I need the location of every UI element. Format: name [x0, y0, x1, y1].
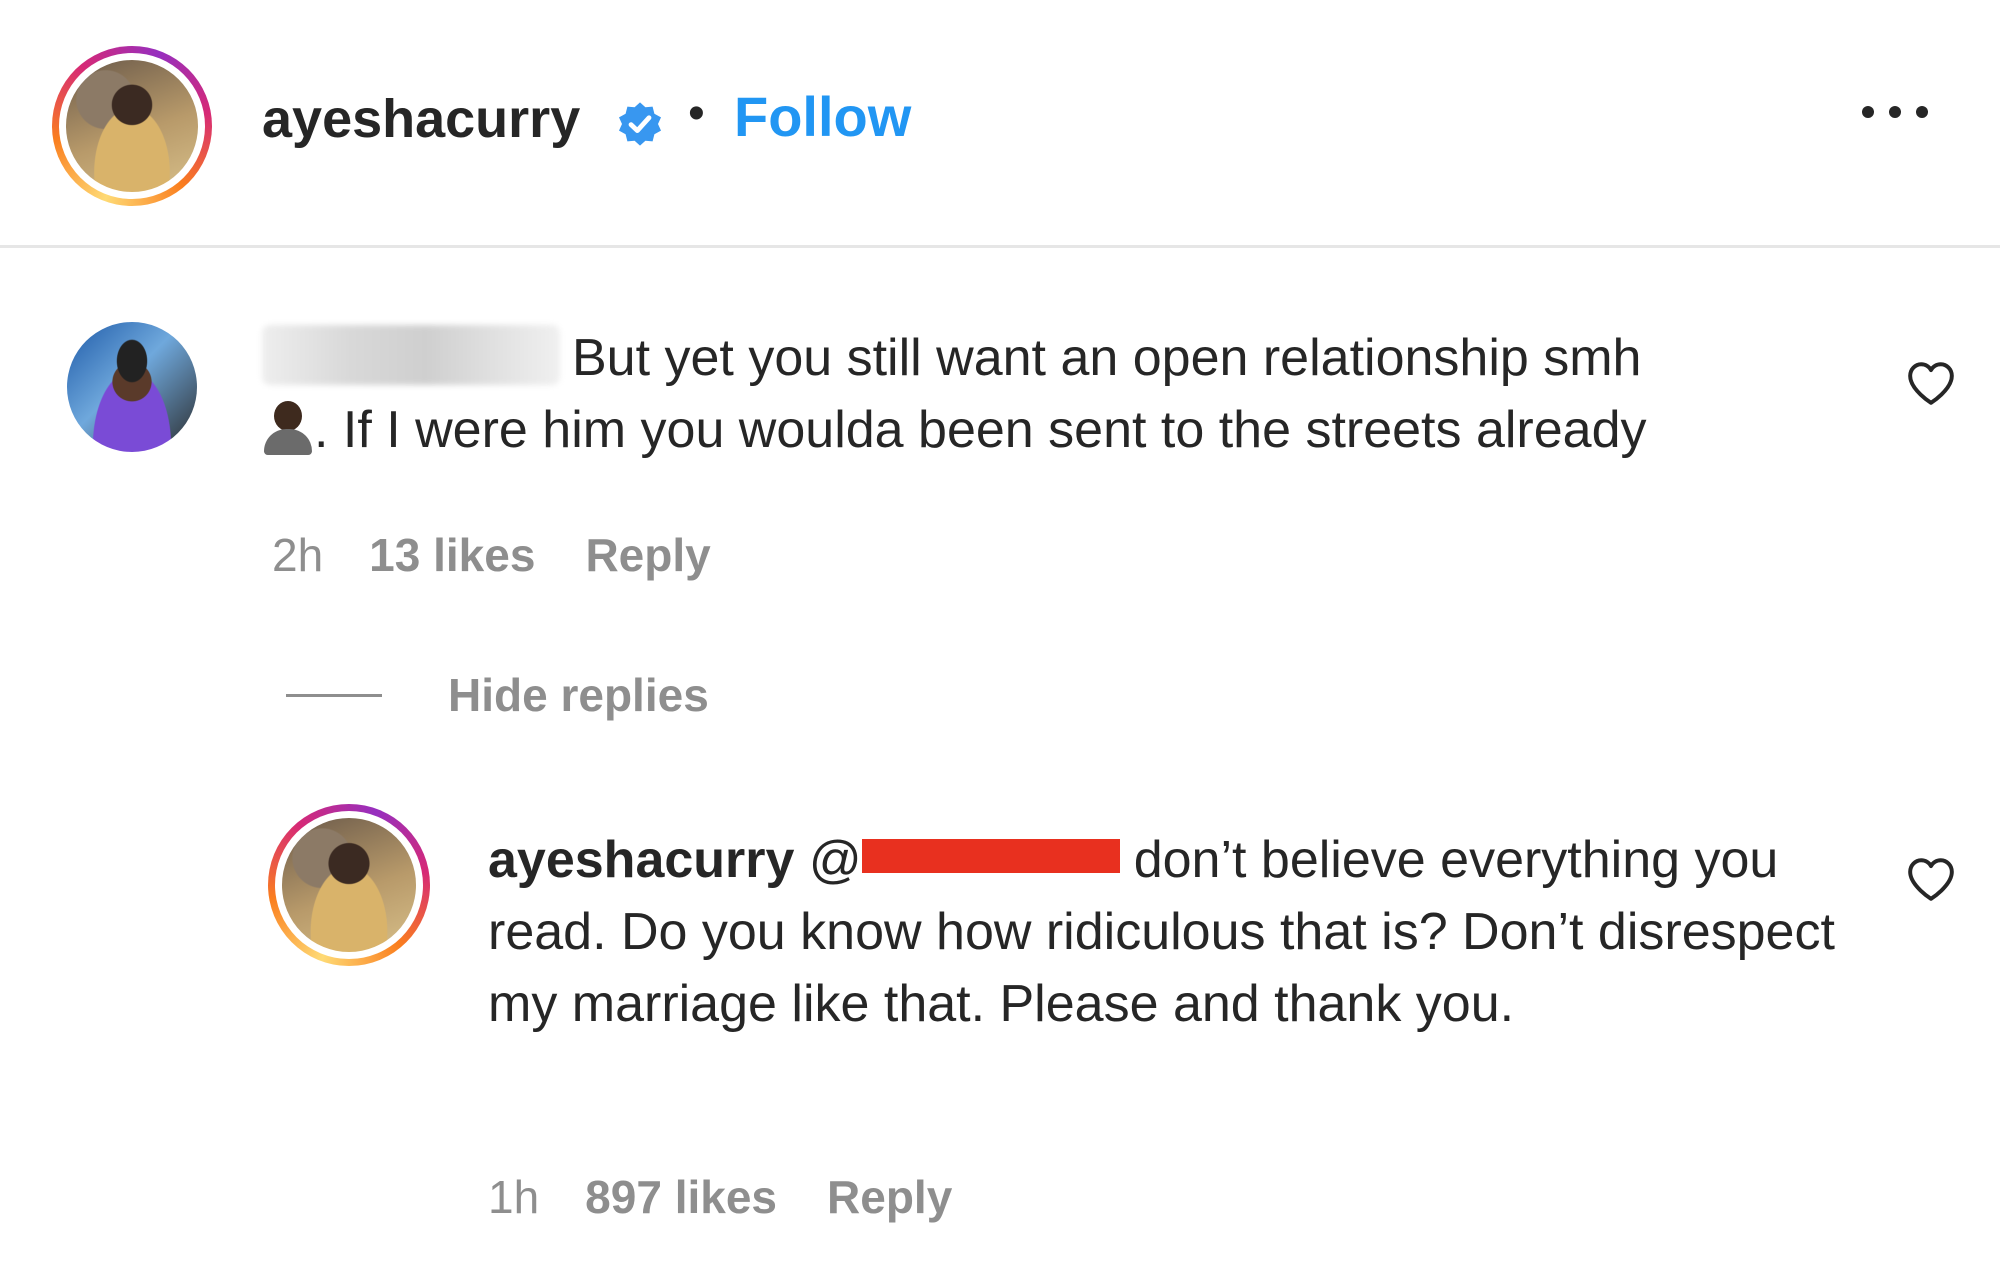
- mention-prefix[interactable]: @: [809, 831, 862, 889]
- comment-time: 2h: [272, 529, 324, 581]
- reply-like-heart-icon[interactable]: [1906, 856, 1956, 902]
- reply-author-avatar[interactable]: [268, 804, 430, 966]
- comment-text: But yet you still want an open relations…: [262, 322, 1862, 466]
- author-avatar[interactable]: [52, 46, 212, 206]
- blurred-username: [262, 325, 560, 385]
- comment-likes[interactable]: 13 likes: [369, 529, 535, 581]
- reply-likes[interactable]: 897 likes: [585, 1171, 777, 1223]
- reply-text: ayeshacurry @ don’t believe everything yo…: [488, 824, 1848, 1040]
- follow-button[interactable]: Follow: [734, 84, 911, 149]
- post-header: ayeshacurry • Follow: [0, 0, 2000, 248]
- author-username[interactable]: ayeshacurry: [262, 88, 580, 150]
- comment-meta: 2h 13 likes Reply: [272, 528, 711, 582]
- hide-replies-button[interactable]: Hide replies: [448, 668, 709, 722]
- separator-dot: •: [688, 87, 705, 140]
- verified-badge-icon: [619, 102, 661, 146]
- reply-button[interactable]: Reply: [585, 529, 710, 581]
- comment-line2: . If I were him you woulda been sent to …: [314, 401, 1647, 459]
- more-options-icon[interactable]: [1860, 96, 1930, 126]
- reply-time: 1h: [488, 1171, 540, 1223]
- redacted-mention: [861, 839, 1120, 873]
- hide-replies-divider: [286, 694, 382, 697]
- comment-line1: But yet you still want an open relations…: [572, 329, 1642, 387]
- commenter-avatar[interactable]: [67, 322, 197, 452]
- like-heart-icon[interactable]: [1906, 360, 1956, 406]
- reply-username[interactable]: ayeshacurry: [488, 831, 794, 889]
- person-emoji-icon: [262, 399, 314, 455]
- reply-reply-button[interactable]: Reply: [827, 1171, 952, 1223]
- reply-meta: 1h 897 likes Reply: [488, 1170, 952, 1224]
